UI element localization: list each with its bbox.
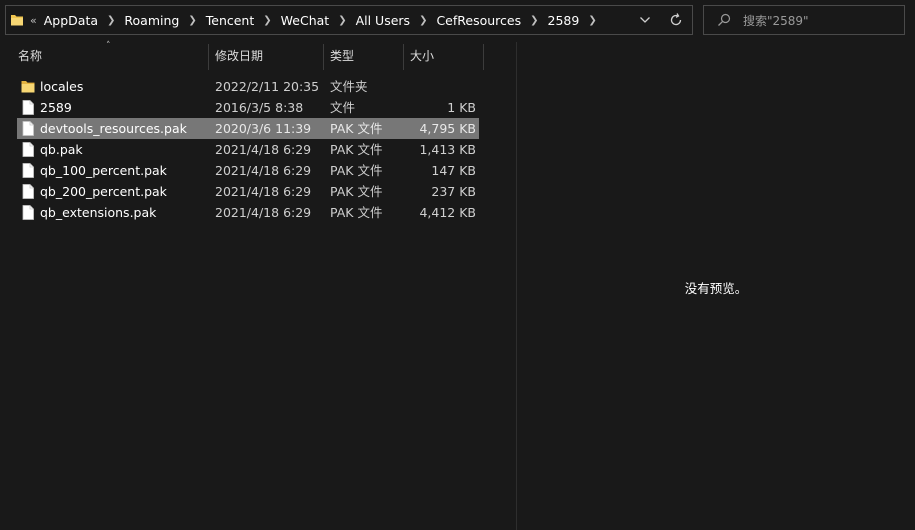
file-row[interactable]: 2589 2016/3/5 8:38 文件 1 KB [17, 97, 479, 118]
breadcrumb-item-wechat[interactable]: WeChat [281, 13, 330, 28]
column-header-size[interactable]: 大小 [404, 42, 483, 70]
file-type: PAK 文件 [330, 121, 383, 136]
file-size: 4,795 KB [419, 121, 476, 136]
folder-icon [21, 81, 35, 93]
file-type: 文件 [330, 100, 356, 115]
column-divider[interactable] [483, 44, 484, 70]
file-icon [22, 142, 34, 157]
file-type: PAK 文件 [330, 184, 383, 199]
file-icon [22, 184, 34, 199]
file-size: 147 KB [431, 163, 476, 178]
file-date: 2021/4/18 6:29 [215, 184, 312, 199]
chevron-right-icon[interactable]: ❯ [107, 15, 115, 26]
file-type: PAK 文件 [330, 142, 383, 157]
preview-empty-message: 没有预览。 [684, 281, 748, 296]
file-icon [22, 163, 34, 178]
column-header-name[interactable]: 名称 [12, 42, 208, 70]
file-icon [22, 205, 34, 220]
breadcrumb: « AppData ❯ Roaming ❯ Tencent ❯ WeChat ❯… [30, 6, 606, 34]
file-size: 4,412 KB [419, 205, 476, 220]
file-name: qb.pak [40, 142, 83, 157]
file-list-pane: ˄ 名称 修改日期 类型 大小 locales 2022/2/11 20:35 … [0, 41, 516, 530]
file-row[interactable]: qb_100_percent.pak 2021/4/18 6:29 PAK 文件… [17, 160, 479, 181]
file-icon [22, 121, 34, 136]
breadcrumb-item-cefresources[interactable]: CefResources [436, 13, 521, 28]
file-date: 2021/4/18 6:29 [215, 142, 312, 157]
file-row[interactable]: qb_extensions.pak 2021/4/18 6:29 PAK 文件 … [17, 202, 479, 223]
file-date: 2021/4/18 6:29 [215, 163, 312, 178]
file-name: qb_extensions.pak [40, 205, 157, 220]
file-type: PAK 文件 [330, 205, 383, 220]
breadcrumb-item-2589[interactable]: 2589 [548, 13, 580, 28]
file-icon [22, 100, 34, 115]
chevron-right-icon[interactable]: ❯ [419, 15, 427, 26]
chevron-right-icon[interactable]: ❯ [530, 15, 538, 26]
file-name: qb_100_percent.pak [40, 163, 167, 178]
file-name: devtools_resources.pak [40, 121, 187, 136]
breadcrumb-item-roaming[interactable]: Roaming [124, 13, 179, 28]
file-row[interactable]: qb.pak 2021/4/18 6:29 PAK 文件 1,413 KB [17, 139, 479, 160]
chevron-right-icon[interactable]: ❯ [338, 15, 346, 26]
file-row-selected[interactable]: devtools_resources.pak 2020/3/6 11:39 PA… [17, 118, 479, 139]
file-date: 2022/2/11 20:35 [215, 79, 320, 94]
file-type: 文件夹 [330, 79, 368, 94]
chevron-right-icon[interactable]: ❯ [188, 15, 196, 26]
file-name: locales [40, 79, 84, 94]
file-size: 237 KB [431, 184, 476, 199]
address-bar[interactable]: « AppData ❯ Roaming ❯ Tencent ❯ WeChat ❯… [5, 5, 693, 35]
preview-pane: 没有预览。 [517, 42, 915, 530]
file-name: 2589 [40, 100, 72, 115]
breadcrumb-item-tencent[interactable]: Tencent [206, 13, 255, 28]
file-list: locales 2022/2/11 20:35 文件夹 2589 2016/3/… [17, 76, 479, 223]
column-header-type[interactable]: 类型 [324, 42, 403, 70]
file-row[interactable]: qb_200_percent.pak 2021/4/18 6:29 PAK 文件… [17, 181, 479, 202]
chevron-down-icon[interactable] [638, 13, 652, 27]
chevron-right-icon[interactable]: ❯ [588, 15, 596, 26]
column-header-date[interactable]: 修改日期 [209, 42, 323, 70]
file-name: qb_200_percent.pak [40, 184, 167, 199]
chevron-right-icon[interactable]: ❯ [263, 15, 271, 26]
toolbar: « AppData ❯ Roaming ❯ Tencent ❯ WeChat ❯… [0, 0, 915, 42]
file-size: 1,413 KB [419, 142, 476, 157]
file-date: 2020/3/6 11:39 [215, 121, 312, 136]
file-row[interactable]: locales 2022/2/11 20:35 文件夹 [17, 76, 479, 97]
breadcrumb-item-all-users[interactable]: All Users [356, 13, 410, 28]
breadcrumb-overflow-button[interactable]: « [30, 14, 37, 27]
search-icon [718, 13, 731, 26]
search-input[interactable]: 搜索"2589" [703, 5, 905, 35]
breadcrumb-item-appdata[interactable]: AppData [44, 13, 98, 28]
file-type: PAK 文件 [330, 163, 383, 178]
file-date: 2021/4/18 6:29 [215, 205, 312, 220]
search-placeholder: 搜索"2589" [743, 14, 809, 28]
file-size: 1 KB [447, 100, 476, 115]
refresh-icon[interactable] [668, 12, 684, 28]
column-headers: ˄ 名称 修改日期 类型 大小 [0, 41, 516, 70]
file-date: 2016/3/5 8:38 [215, 100, 304, 115]
folder-icon [11, 15, 23, 26]
